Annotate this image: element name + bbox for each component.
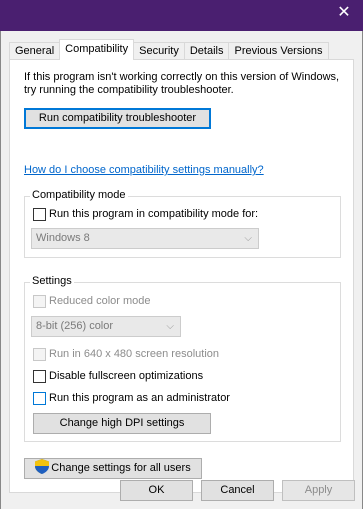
chevron-down-icon: ⌵ — [244, 233, 252, 244]
fullscreen-checkbox[interactable] — [33, 369, 46, 383]
intro-text: If this program isn't working correctly … — [24, 71, 344, 97]
compat-mode-checkbox[interactable] — [33, 207, 46, 221]
settings-label: Settings — [30, 275, 74, 288]
change-all-users-button[interactable]: Change settings for all users — [24, 458, 202, 479]
compatibility-mode-label: Compatibility mode — [30, 189, 128, 202]
resolution-checkbox[interactable] — [33, 347, 46, 361]
reduced-color-label: Reduced color mode — [49, 295, 151, 307]
run-troubleshooter-button[interactable]: Run compatibility troubleshooter — [24, 108, 211, 129]
cancel-button[interactable]: Cancel — [201, 480, 274, 501]
fullscreen-row: Disable fullscreen optimizations — [33, 369, 203, 383]
compat-mode-row: Run this program in compatibility mode f… — [33, 207, 258, 221]
tab-general[interactable]: General — [9, 42, 61, 60]
compat-mode-checkbox-label[interactable]: Run this program in compatibility mode f… — [49, 208, 258, 220]
tab-strip: General Compatibility Security Details P… — [9, 39, 329, 60]
close-icon[interactable]: ✕ — [333, 2, 355, 24]
apply-button[interactable]: Apply — [282, 480, 355, 501]
compat-os-select-value: Windows 8 — [36, 232, 90, 244]
intro-line-1: If this program isn't working correctly … — [24, 71, 340, 83]
chevron-down-icon: ⌵ — [166, 321, 174, 332]
color-depth-select[interactable]: 8-bit (256) color ⌵ — [31, 316, 181, 337]
color-depth-select-value: 8-bit (256) color — [36, 320, 114, 332]
admin-checkbox[interactable] — [33, 391, 46, 405]
reduced-color-row: Reduced color mode — [33, 294, 151, 308]
ok-button[interactable]: OK — [120, 480, 193, 501]
change-all-users-label: Change settings for all users — [51, 462, 191, 474]
uac-shield-icon — [35, 459, 50, 474]
resolution-label: Run in 640 x 480 screen resolution — [49, 348, 219, 360]
compatibility-panel: If this program isn't working correctly … — [9, 59, 354, 493]
compat-os-select[interactable]: Windows 8 ⌵ — [31, 228, 259, 249]
admin-label[interactable]: Run this program as an administrator — [49, 392, 230, 404]
resolution-row: Run in 640 x 480 screen resolution — [33, 347, 219, 361]
tab-security[interactable]: Security — [133, 42, 185, 60]
fullscreen-label[interactable]: Disable fullscreen optimizations — [49, 370, 203, 382]
properties-window: General Compatibility Security Details P… — [0, 31, 363, 509]
manual-settings-link[interactable]: How do I choose compatibility settings m… — [24, 164, 264, 176]
intro-line-2: try running the compatibility troublesho… — [24, 84, 234, 96]
reduced-color-checkbox[interactable] — [33, 294, 46, 308]
admin-row: Run this program as an administrator — [33, 391, 230, 405]
tab-compatibility[interactable]: Compatibility — [59, 39, 135, 60]
title-bar: ✕ — [0, 0, 363, 31]
tab-previous-versions[interactable]: Previous Versions — [228, 42, 329, 60]
tab-details[interactable]: Details — [183, 42, 230, 60]
change-dpi-button[interactable]: Change high DPI settings — [33, 413, 211, 434]
